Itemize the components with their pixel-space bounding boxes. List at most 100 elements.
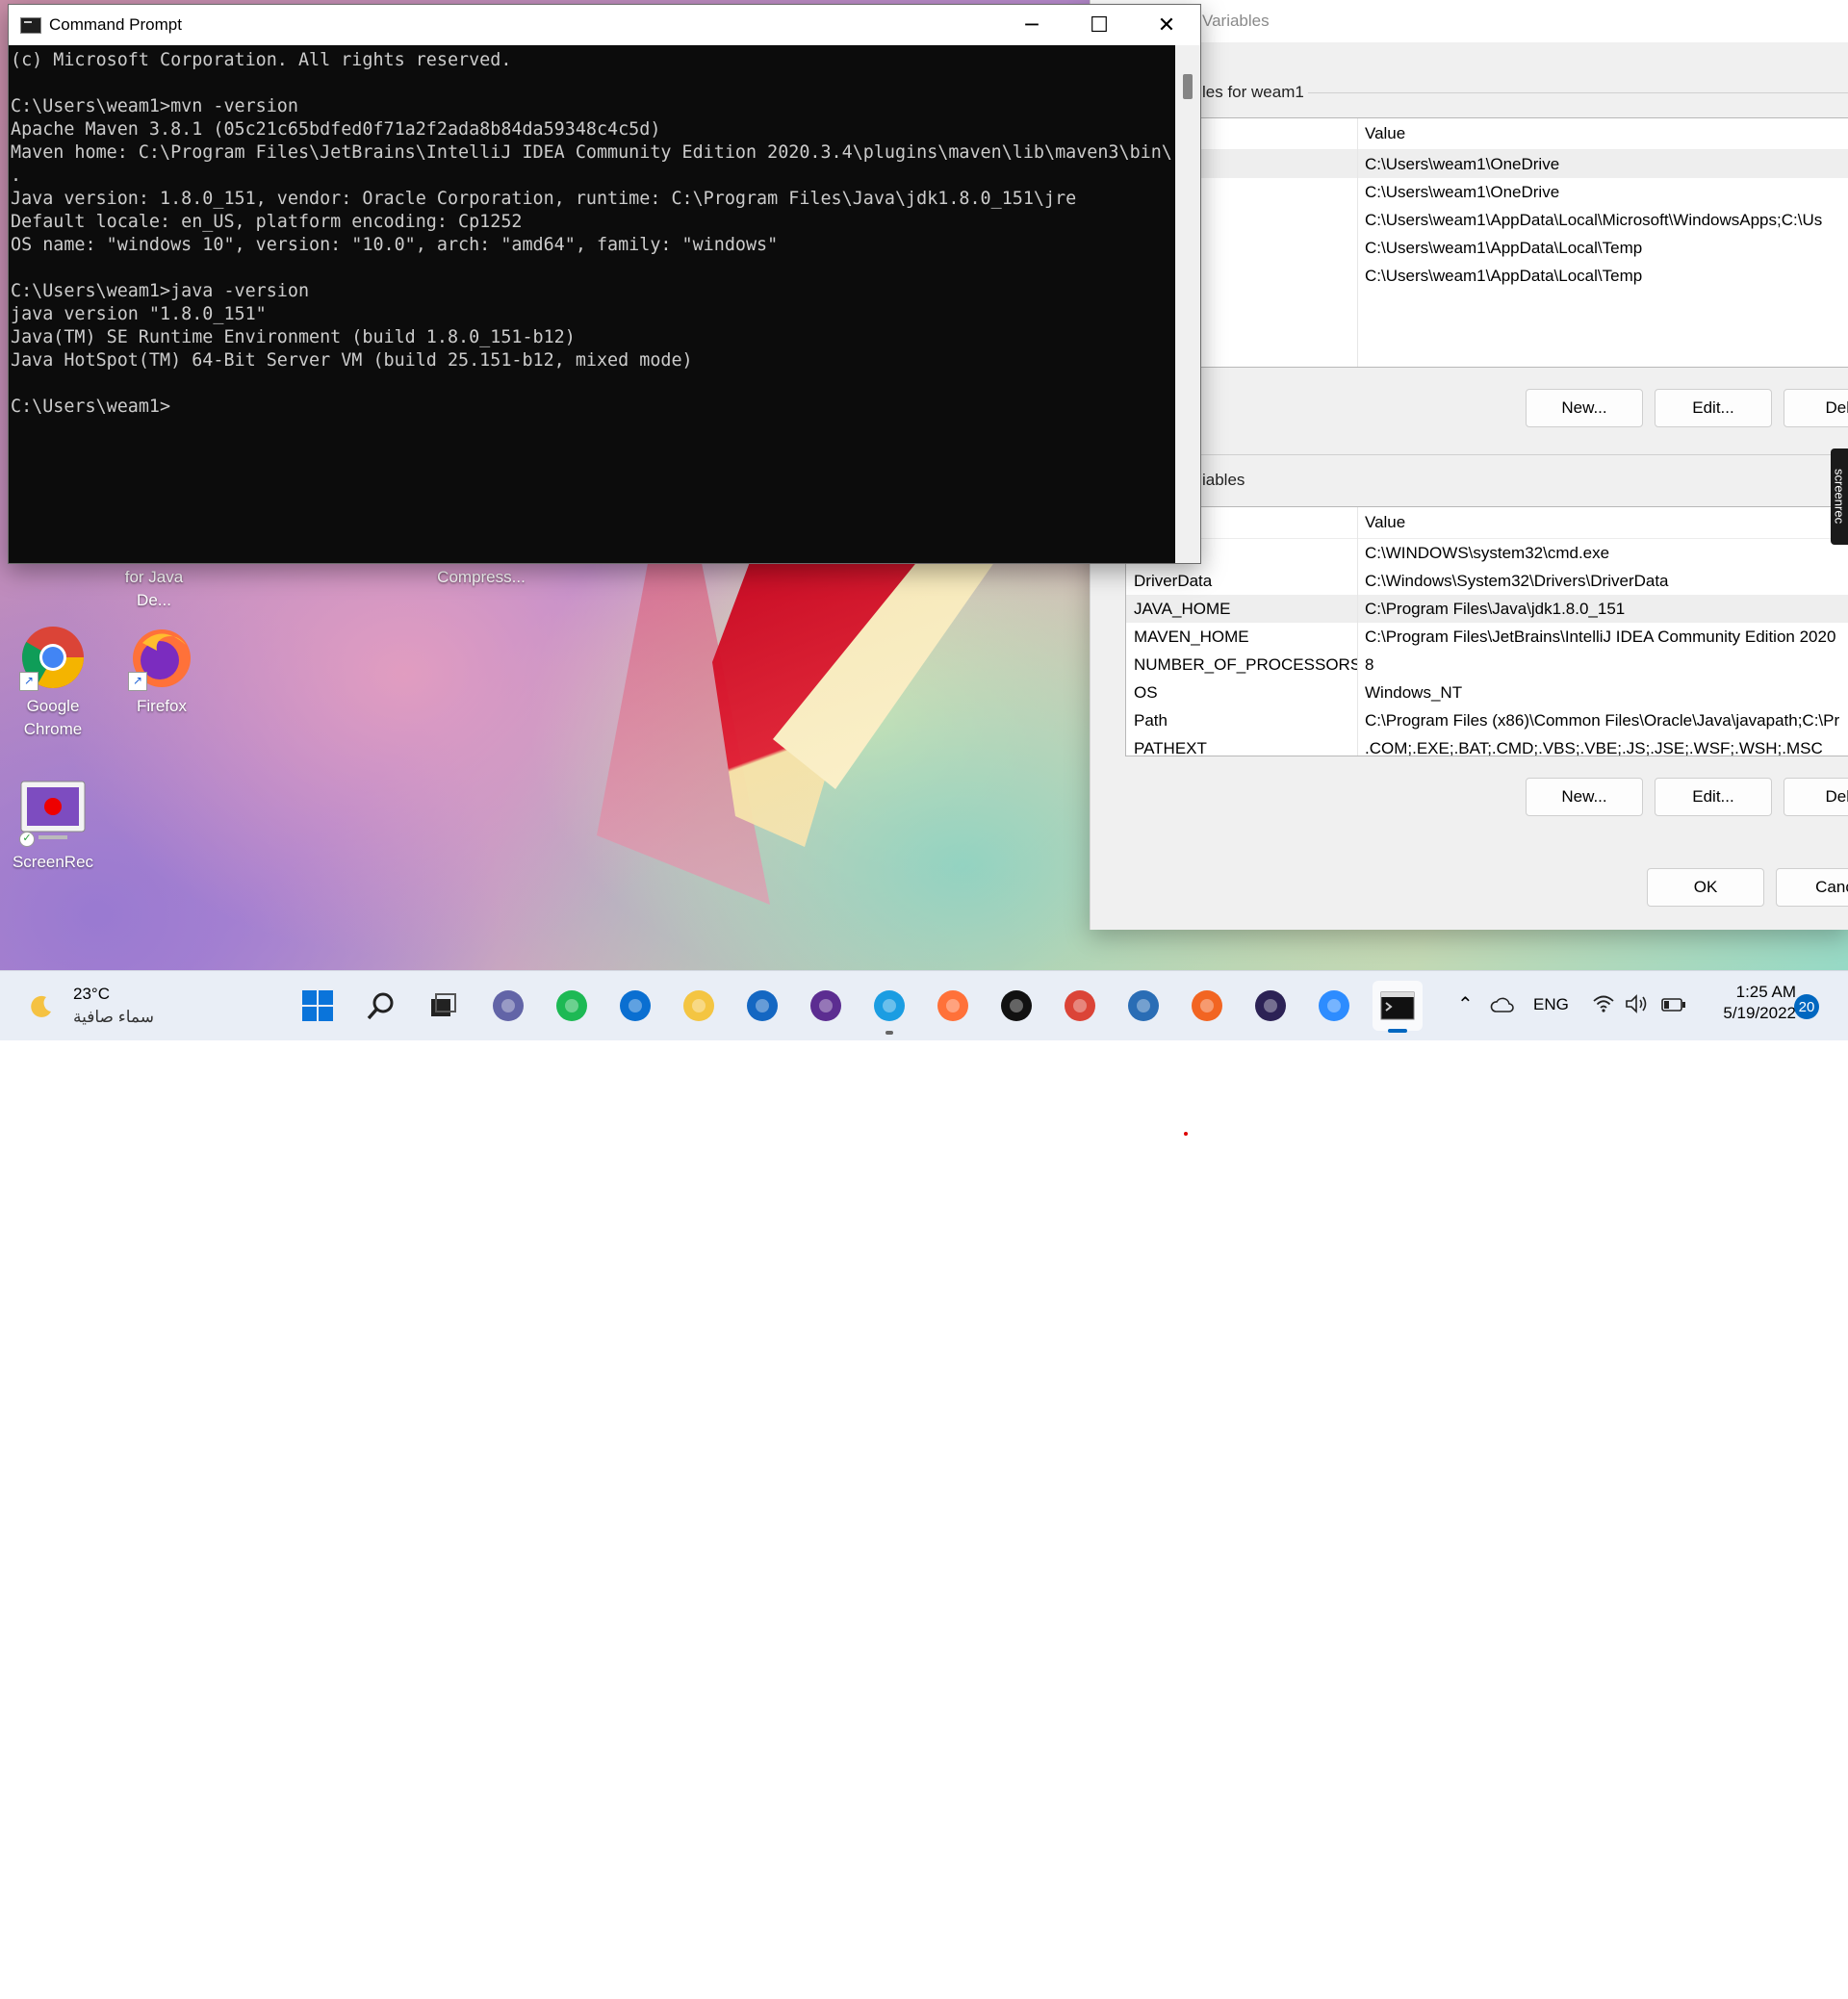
command-prompt-icon[interactable]	[1373, 981, 1423, 1033]
virtualbox-icon[interactable]	[1124, 987, 1163, 1025]
column-separator	[1357, 507, 1358, 756]
onedrive-icon[interactable]	[1490, 996, 1515, 1018]
value-column-header[interactable]: Value	[1357, 513, 1405, 532]
env-var-row[interactable]: C:\Users\weam1\AppData\Local\Temp	[1091, 262, 1848, 290]
desktop: for Java De... Compress... ↗ Google Chro…	[0, 0, 1848, 1038]
scrollbar-thumb[interactable]	[1183, 74, 1193, 99]
command-prompt-icon	[20, 16, 41, 34]
clock-date: 5/19/2022	[1723, 1004, 1796, 1022]
env-var-row[interactable]: Path C:\Program Files (x86)\Common Files\…	[1126, 706, 1848, 734]
screenrec-side-tab[interactable]: screenrec	[1831, 448, 1848, 545]
system-variables-list[interactable]: Value CC:\WINDOWS\system32\cmd.exeDriver…	[1125, 506, 1848, 756]
dialog-title: Variables	[1202, 12, 1270, 30]
wifi-icon[interactable]	[1592, 994, 1615, 1018]
file-explorer-icon[interactable]	[680, 987, 718, 1025]
show-hidden-icons-chevron-icon[interactable]: ⌃	[1457, 992, 1474, 1016]
clock[interactable]: 1:25 AM 5/19/2022	[1704, 983, 1796, 1023]
user-edit-button[interactable]: Edit...	[1655, 389, 1772, 427]
env-var-row[interactable]: eConsumerC:\Users\weam1\OneDrive	[1091, 178, 1848, 206]
env-var-row[interactable]: OS Windows_NT	[1126, 679, 1848, 706]
intellij-icon[interactable]	[997, 987, 1036, 1025]
notification-badge[interactable]: 20	[1794, 994, 1819, 1019]
env-var-value: C:\Windows\System32\Drivers\DriverData	[1365, 571, 1669, 590]
env-var-name: OS	[1134, 682, 1158, 702]
env-var-row[interactable]: C:\Users\weam1\AppData\Local\Microsoft\W…	[1091, 206, 1848, 234]
spotify-icon[interactable]	[552, 987, 591, 1025]
close-button[interactable]: ✕	[1133, 5, 1200, 45]
column-separator	[1357, 118, 1358, 367]
console-line: Maven home: C:\Program Files\JetBrains\I…	[11, 142, 1173, 163]
minimize-button[interactable]: ─	[998, 5, 1065, 45]
system-delete-button[interactable]: Dele	[1784, 778, 1848, 816]
list-header: Value	[1126, 507, 1848, 539]
edge-icon[interactable]	[870, 987, 909, 1035]
app-orange-icon[interactable]	[1188, 987, 1226, 1025]
mail-icon[interactable]	[616, 987, 654, 1025]
env-var-row[interactable]: PATHEXT .COM;.EXE;.BAT;.CMD;.VBS;.VBE;.JS…	[1126, 734, 1848, 756]
console-line: Apache Maven 3.8.1 (05c21c65bdfed0f71a2f…	[11, 119, 661, 140]
desktop-icon-google-chrome[interactable]: ↗ Google Chrome	[5, 624, 101, 741]
env-var-value: C:\WINDOWS\system32\cmd.exe	[1365, 543, 1610, 562]
command-prompt-window: Command Prompt ─ ☐ ✕ (c) Microsoft Corpo…	[8, 4, 1201, 564]
desktop-icon-compress[interactable]: Compress...	[433, 566, 529, 589]
task-view-icon[interactable]	[424, 987, 462, 1025]
microsoft-store-icon[interactable]	[743, 987, 782, 1025]
environment-variables-dialog: Variables les for weam1 Value eC:\Users\…	[1090, 0, 1848, 930]
console-line: Java(TM) SE Runtime Environment (build 1…	[11, 327, 576, 347]
value-column-header[interactable]: Value	[1357, 124, 1405, 143]
moon-icon	[29, 994, 54, 1019]
env-var-row[interactable]: JAVA_HOME C:\Program Files\Java\jdk1.8.0_…	[1126, 595, 1848, 623]
language-indicator[interactable]: ENG	[1533, 995, 1569, 1014]
user-variables-list[interactable]: Value eC:\Users\weam1\OneDriveeConsumerC…	[1091, 117, 1848, 368]
search-icon[interactable]	[362, 987, 400, 1025]
cancel-button[interactable]: Canc	[1776, 868, 1848, 907]
env-var-row[interactable]: eC:\Users\weam1\OneDrive	[1091, 150, 1848, 178]
console-output[interactable]: (c) Microsoft Corporation. All rights re…	[11, 45, 1173, 565]
user-new-button[interactable]: New...	[1526, 389, 1643, 427]
env-var-row[interactable]: NUMBER_OF_PROCESSORS 8	[1126, 651, 1848, 679]
env-var-value: C:\Users\weam1\AppData\Local\Temp	[1365, 266, 1643, 285]
chrome-icon[interactable]	[1061, 987, 1099, 1025]
console-scrollbar[interactable]	[1175, 45, 1200, 563]
desktop-icon-screenrec[interactable]: ✓ ScreenRec	[5, 780, 101, 874]
env-var-row[interactable]: DriverData C:\Windows\System32\Drivers\Dr…	[1126, 567, 1848, 595]
volume-icon[interactable]	[1625, 994, 1650, 1018]
system-new-button[interactable]: New...	[1526, 778, 1643, 816]
screenrec-icon: ✓	[19, 780, 87, 847]
start-icon[interactable]	[298, 987, 337, 1025]
desktop-icon-java-dev[interactable]: for Java De...	[106, 566, 202, 612]
weather-temp: 23°C	[73, 985, 110, 1003]
zoom-icon[interactable]	[1315, 987, 1353, 1025]
env-var-value: C:\Program Files\JetBrains\IntelliJ IDEA…	[1365, 627, 1836, 646]
env-var-value: .COM;.EXE;.BAT;.CMD;.VBS;.VBE;.JS;.JSE;.…	[1365, 738, 1823, 756]
cmd-titlebar[interactable]: Command Prompt ─ ☐ ✕	[9, 5, 1200, 45]
teams-chat-icon[interactable]	[489, 987, 527, 1025]
weather-widget[interactable]: 23°C سماء صافية	[29, 983, 183, 1031]
console-line: C:\Users\weam1>	[11, 397, 171, 417]
env-var-row[interactable]: CC:\WINDOWS\system32\cmd.exe	[1126, 539, 1848, 567]
env-var-row[interactable]: MAVEN_HOME C:\Program Files\JetBrains\Int…	[1126, 623, 1848, 651]
desktop-icon-label: Firefox	[137, 697, 187, 715]
env-var-name: NUMBER_OF_PROCESSORS	[1134, 654, 1357, 674]
console-line: Default locale: en_US, platform encoding…	[11, 212, 523, 232]
env-var-value: C:\Users\weam1\OneDrive	[1365, 154, 1560, 173]
firefox-icon[interactable]	[934, 987, 972, 1025]
desktop-icon-firefox[interactable]: ↗ Firefox	[114, 624, 210, 718]
clock-time: 1:25 AM	[1735, 983, 1796, 1001]
maximize-button[interactable]: ☐	[1065, 5, 1133, 45]
battery-icon[interactable]	[1661, 998, 1686, 1016]
env-var-value: C:\Users\weam1\AppData\Local\Temp	[1365, 238, 1643, 257]
shortcut-arrow-icon: ↗	[128, 672, 147, 691]
visual-studio-icon[interactable]	[807, 987, 845, 1025]
sync-check-icon: ✓	[19, 832, 35, 847]
ok-button[interactable]: OK	[1647, 868, 1764, 907]
eclipse-icon[interactable]	[1251, 987, 1290, 1025]
firefox-icon: ↗	[128, 624, 195, 691]
active-app-indicator	[1388, 1995, 1411, 1999]
env-var-row[interactable]: C:\Users\weam1\AppData\Local\Temp	[1091, 234, 1848, 262]
system-edit-button[interactable]: Edit...	[1655, 778, 1772, 816]
system-variables-group-label: iables	[1198, 471, 1249, 490]
env-var-name: JAVA_HOME	[1134, 599, 1231, 618]
user-delete-button[interactable]: Dele	[1784, 389, 1848, 427]
